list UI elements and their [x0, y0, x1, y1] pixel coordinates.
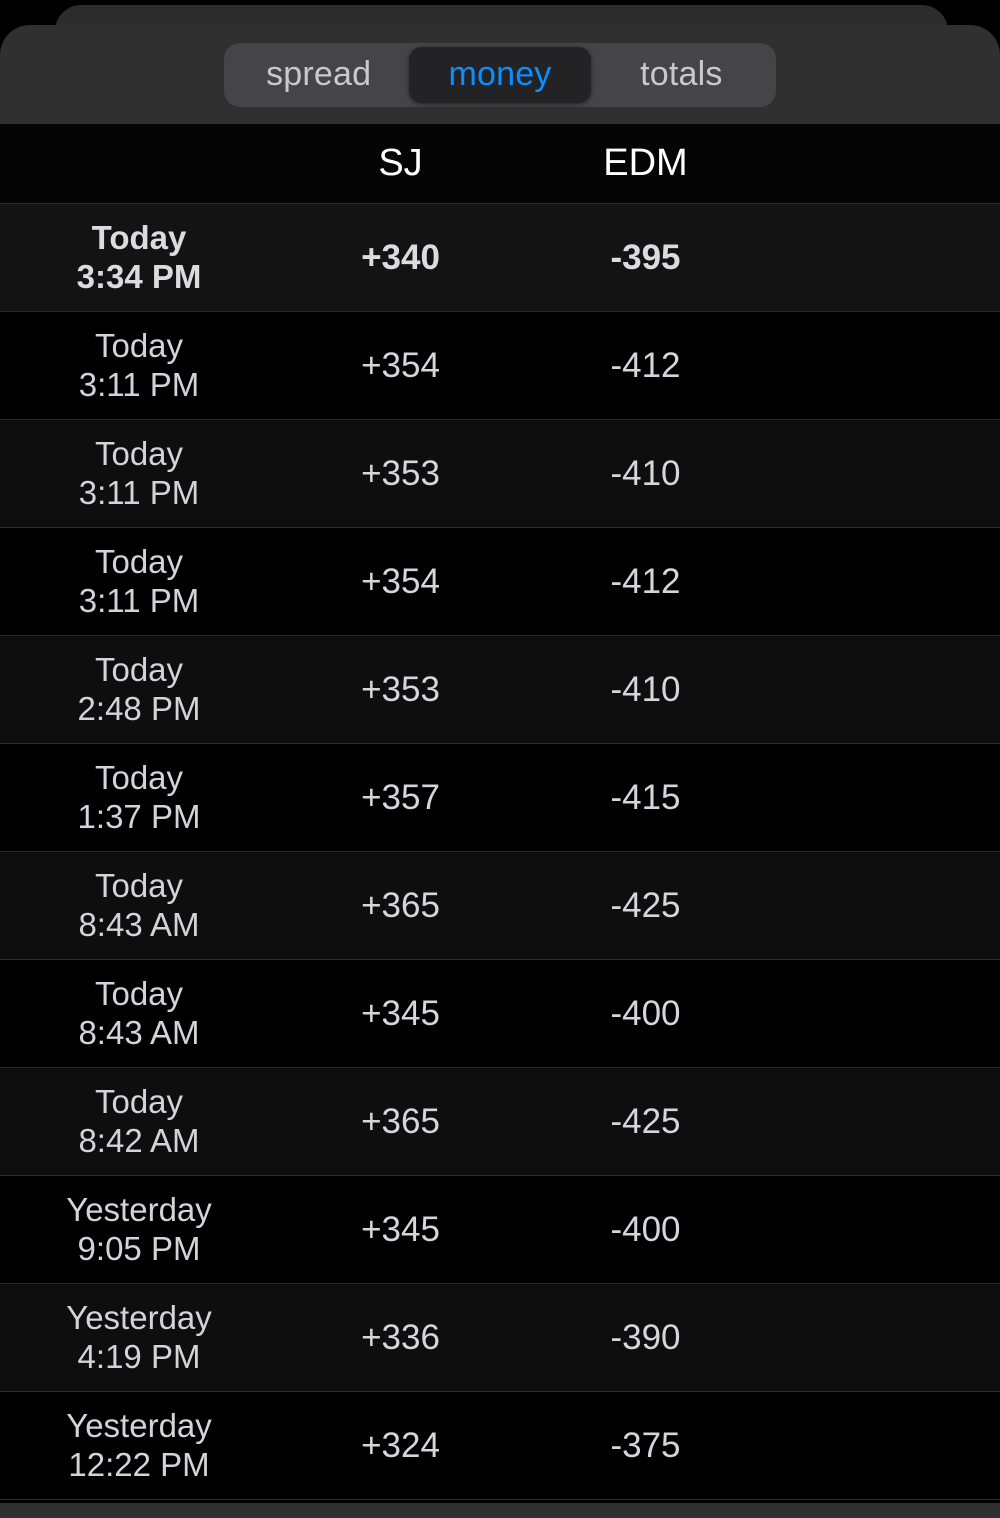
row-time-label: 1:37 PM [77, 797, 201, 835]
row-time-label: 3:11 PM [78, 365, 200, 403]
segment-money-label: money [448, 55, 552, 93]
row-time-label: 4:19 PM [77, 1337, 201, 1375]
table-row[interactable]: Yesterday 12:22 PM +324 -375 [0, 1392, 1000, 1500]
row-day-label: Today [94, 326, 184, 364]
row-timestamp: Yesterday 12:22 PM [0, 1407, 278, 1485]
row-day-label: Today [94, 650, 184, 688]
table-row[interactable]: Today 3:11 PM +353 -410 [0, 420, 1000, 528]
row-day-label: Today [94, 1082, 184, 1120]
header-team-sj: SJ [378, 142, 423, 184]
row-odds-edm: -425 [610, 885, 681, 925]
table-row[interactable]: Today 1:37 PM +357 -415 [0, 744, 1000, 852]
row-timestamp: Today 3:11 PM [0, 435, 278, 513]
row-timestamp: Today 3:11 PM [0, 543, 278, 621]
row-timestamp: Today 1:37 PM [0, 759, 278, 837]
row-odds-sj: +357 [361, 777, 440, 817]
row-odds-edm: -425 [610, 1101, 681, 1141]
row-time-label: 3:11 PM [78, 473, 200, 511]
row-odds-edm: -415 [610, 777, 681, 817]
table-row[interactable]: Yesterday 4:19 PM +336 -390 [0, 1284, 1000, 1392]
row-timestamp: Today 8:43 AM [0, 975, 278, 1053]
segment-totals-label: totals [640, 55, 723, 93]
row-odds-edm: -412 [610, 345, 681, 385]
toolbar: spread money totals [0, 25, 1000, 124]
row-day-label: Today [94, 758, 184, 796]
row-day-label: Yesterday [66, 1190, 212, 1228]
row-day-label: Today [94, 542, 184, 580]
row-odds-sj: +353 [361, 453, 440, 493]
table-row[interactable]: Today 3:34 PM +340 -395 [0, 204, 1000, 312]
row-odds-sj: +345 [361, 1209, 440, 1249]
row-timestamp: Today 3:34 PM [0, 219, 278, 297]
row-day-label: Yesterday [66, 1406, 212, 1444]
header-team-edm: EDM [603, 142, 688, 184]
row-odds-edm: -410 [610, 453, 681, 493]
row-day-label: Today [94, 434, 184, 472]
row-odds-sj: +340 [361, 237, 440, 277]
row-odds-edm: -400 [610, 993, 681, 1033]
row-odds-sj: +365 [361, 1101, 440, 1141]
row-odds-edm: -410 [610, 669, 681, 709]
row-day-label: Today [91, 218, 187, 256]
row-time-label: 8:43 AM [78, 1013, 200, 1051]
segment-money[interactable]: money [409, 46, 591, 103]
bet-type-segmented-control[interactable]: spread money totals [224, 42, 776, 107]
row-odds-edm: -390 [610, 1317, 681, 1357]
row-time-label: 9:05 PM [77, 1229, 201, 1267]
row-odds-sj: +336 [361, 1317, 440, 1357]
table-body: Today 3:34 PM +340 -395 Today 3:11 PM +354 -412… [0, 204, 1000, 1500]
segment-spread[interactable]: spread [228, 47, 409, 103]
table-row[interactable]: Today 2:48 PM +353 -410 [0, 636, 1000, 744]
sheet-card-front: spread money totals SJ EDM Today 3:34 PM +… [0, 25, 1000, 1518]
table-header-row: SJ EDM [0, 124, 1000, 204]
row-odds-sj: +354 [361, 345, 440, 385]
table-row[interactable]: Today 3:11 PM +354 -412 [0, 528, 1000, 636]
row-odds-sj: +345 [361, 993, 440, 1033]
row-odds-sj: +365 [361, 885, 440, 925]
row-time-label: 3:11 PM [78, 581, 200, 619]
row-timestamp: Today 8:43 AM [0, 867, 278, 945]
segment-spread-label: spread [266, 55, 372, 93]
row-day-label: Today [94, 866, 184, 904]
table-row[interactable]: Today 3:11 PM +354 -412 [0, 312, 1000, 420]
row-odds-sj: +354 [361, 561, 440, 601]
table-row[interactable]: Today 8:43 AM +365 -425 [0, 852, 1000, 960]
row-odds-edm: -412 [610, 561, 681, 601]
row-odds-edm: -375 [610, 1425, 681, 1465]
row-timestamp: Today 8:42 AM [0, 1083, 278, 1161]
table-row[interactable]: Yesterday 9:05 PM +345 -400 [0, 1176, 1000, 1284]
row-odds-sj: +324 [361, 1425, 440, 1465]
row-odds-edm: -395 [610, 237, 681, 277]
row-time-label: 12:22 PM [68, 1445, 210, 1483]
row-time-label: 8:42 AM [78, 1121, 200, 1159]
sheet-card-bottom-edge [0, 1503, 1000, 1518]
row-day-label: Today [94, 974, 184, 1012]
row-odds-edm: -400 [610, 1209, 681, 1249]
row-timestamp: Yesterday 4:19 PM [0, 1299, 278, 1377]
row-timestamp: Today 2:48 PM [0, 651, 278, 729]
segment-totals[interactable]: totals [591, 47, 772, 103]
row-time-label: 8:43 AM [78, 905, 200, 943]
row-time-label: 3:34 PM [76, 257, 202, 295]
table-row[interactable]: Today 8:43 AM +345 -400 [0, 960, 1000, 1068]
row-time-label: 2:48 PM [77, 689, 201, 727]
row-odds-sj: +353 [361, 669, 440, 709]
odds-history-screen: spread money totals SJ EDM Today 3:34 PM +… [0, 0, 1000, 1518]
row-day-label: Yesterday [66, 1298, 212, 1336]
odds-history-table[interactable]: SJ EDM Today 3:34 PM +340 -395 Today 3:11 PM +… [0, 124, 1000, 1518]
table-row[interactable]: Today 8:42 AM +365 -425 [0, 1068, 1000, 1176]
row-timestamp: Yesterday 9:05 PM [0, 1191, 278, 1269]
row-timestamp: Today 3:11 PM [0, 327, 278, 405]
